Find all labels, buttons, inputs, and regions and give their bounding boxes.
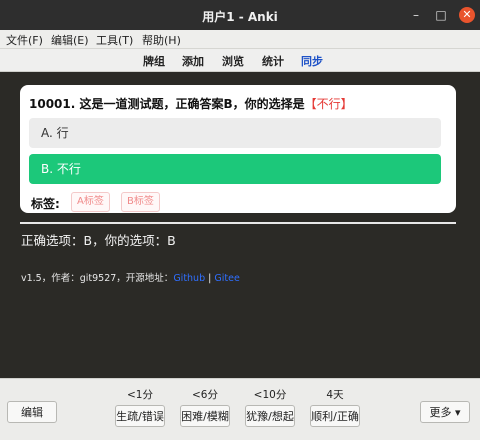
footer-info: v1.5，作者：git9527，开源地址：Github | Gitee: [21, 270, 240, 284]
review-area: 10001. 这是一道测试题，正确答案B，你的选择是【不行】 A. 行 B. 不…: [13, 72, 463, 378]
menu-help[interactable]: 帮助(H): [142, 32, 181, 48]
question-card: 10001. 这是一道测试题，正确答案B，你的选择是【不行】 A. 行 B. 不…: [20, 85, 456, 213]
option-a[interactable]: A. 行: [29, 118, 441, 148]
gitee-link[interactable]: Gitee: [214, 273, 239, 284]
footer-separator: |: [208, 273, 212, 284]
more-button[interactable]: 更多 ▾: [420, 401, 470, 423]
ease-good-button[interactable]: 犹豫/想起: [245, 405, 295, 427]
ease-hard-button[interactable]: 困难/模糊: [180, 405, 230, 427]
toolbar-add[interactable]: 添加: [182, 53, 204, 69]
menu-edit[interactable]: 编辑(E): [51, 32, 89, 48]
maximize-icon[interactable]: □: [434, 8, 448, 22]
tag-b: B标签: [121, 192, 160, 212]
menu-file[interactable]: 文件(F): [6, 32, 43, 48]
menu-bar: 文件(F) 编辑(E) 工具(T) 帮助(H): [0, 30, 480, 49]
ease-again-button[interactable]: 生疏/错误: [115, 405, 165, 427]
toolbar-decks[interactable]: 牌组: [143, 53, 165, 69]
window-title: 用户1 - Anki: [202, 10, 278, 24]
footer-prefix: v1.5，作者：git9527，开源地址：: [21, 273, 174, 284]
answer-divider: [20, 222, 456, 224]
tag-a: A标签: [71, 192, 110, 212]
toolbar-stats[interactable]: 统计: [262, 53, 284, 69]
ease-again-interval: <1分: [127, 389, 153, 401]
question-text: 10001. 这是一道测试题，正确答案B，你的选择是【不行】: [29, 95, 353, 112]
toolbar-browse[interactable]: 浏览: [222, 53, 244, 69]
window-titlebar: 用户1 - Anki – □ ✕: [0, 0, 480, 30]
question-body: 10001. 这是一道测试题，正确答案B，你的选择是: [29, 97, 305, 111]
ease-hard-interval: <6分: [192, 389, 218, 401]
menu-tools[interactable]: 工具(T): [96, 32, 133, 48]
ease-easy-button[interactable]: 顺利/正确: [310, 405, 360, 427]
main-toolbar: 牌组 添加 浏览 统计 同步: [0, 49, 480, 72]
tags-label: 标签:: [31, 197, 60, 211]
github-link[interactable]: Github: [173, 273, 205, 284]
answer-bar: 编辑 <1分 <6分 <10分 4天 生疏/错误 困难/模糊 犹豫/想起 顺利/…: [0, 378, 480, 440]
edit-button[interactable]: 编辑: [7, 401, 57, 423]
ease-easy-interval: 4天: [326, 389, 344, 401]
ease-good-interval: <10分: [253, 389, 287, 401]
option-b[interactable]: B. 不行: [29, 154, 441, 184]
minimize-icon[interactable]: –: [409, 8, 423, 22]
selected-answer-mark: 【不行】: [304, 97, 353, 111]
toolbar-sync[interactable]: 同步: [301, 53, 323, 69]
answer-text: 正确选项：B，你的选项：B: [21, 233, 176, 248]
close-icon[interactable]: ✕: [459, 7, 475, 23]
